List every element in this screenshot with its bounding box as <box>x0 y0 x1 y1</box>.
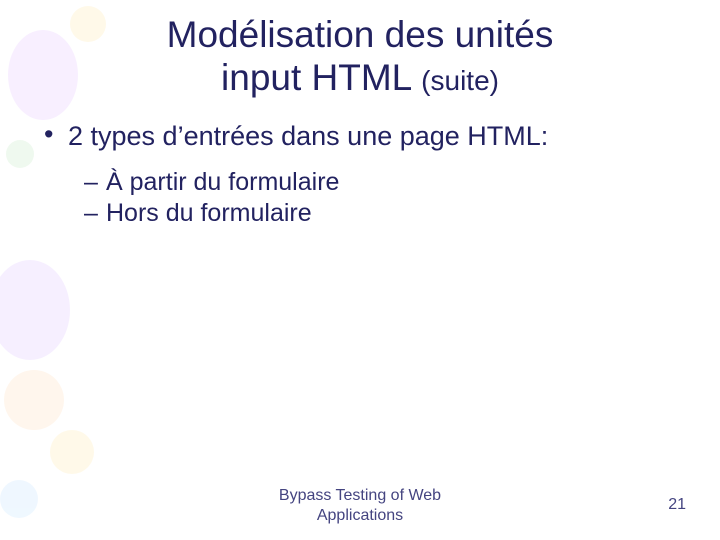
sublist: À partir du formulaire Hors du formulair… <box>42 162 678 228</box>
footer-center-line2: Applications <box>0 506 720 526</box>
bullet-level1: 2 types d’entrées dans une page HTML: <box>42 121 678 152</box>
bullet-level2-b-text: Hors du formulaire <box>106 199 312 227</box>
title-line-2: input HTML (suite) <box>0 57 720 100</box>
title-line-2-sub: (suite) <box>421 65 499 96</box>
bullet-level1-text: 2 types d’entrées dans une page HTML: <box>68 121 548 151</box>
footer-center-line1: Bypass Testing of Web <box>0 486 720 506</box>
page-number: 21 <box>668 496 686 514</box>
bullet-level2-a-text: À partir du formulaire <box>106 168 339 196</box>
slide-container: Modélisation des unités input HTML (suit… <box>0 0 720 540</box>
bullet-level2-b: Hors du formulaire <box>84 199 678 228</box>
slide-body: 2 types d’entrées dans une page HTML: À … <box>0 99 720 228</box>
footer-center: Bypass Testing of Web Applications <box>0 486 720 526</box>
title-line-2-main: input HTML <box>221 57 421 98</box>
title-line-1: Modélisation des unités <box>0 14 720 57</box>
slide-title: Modélisation des unités input HTML (suit… <box>0 0 720 99</box>
bullet-level2-a: À partir du formulaire <box>84 168 678 197</box>
